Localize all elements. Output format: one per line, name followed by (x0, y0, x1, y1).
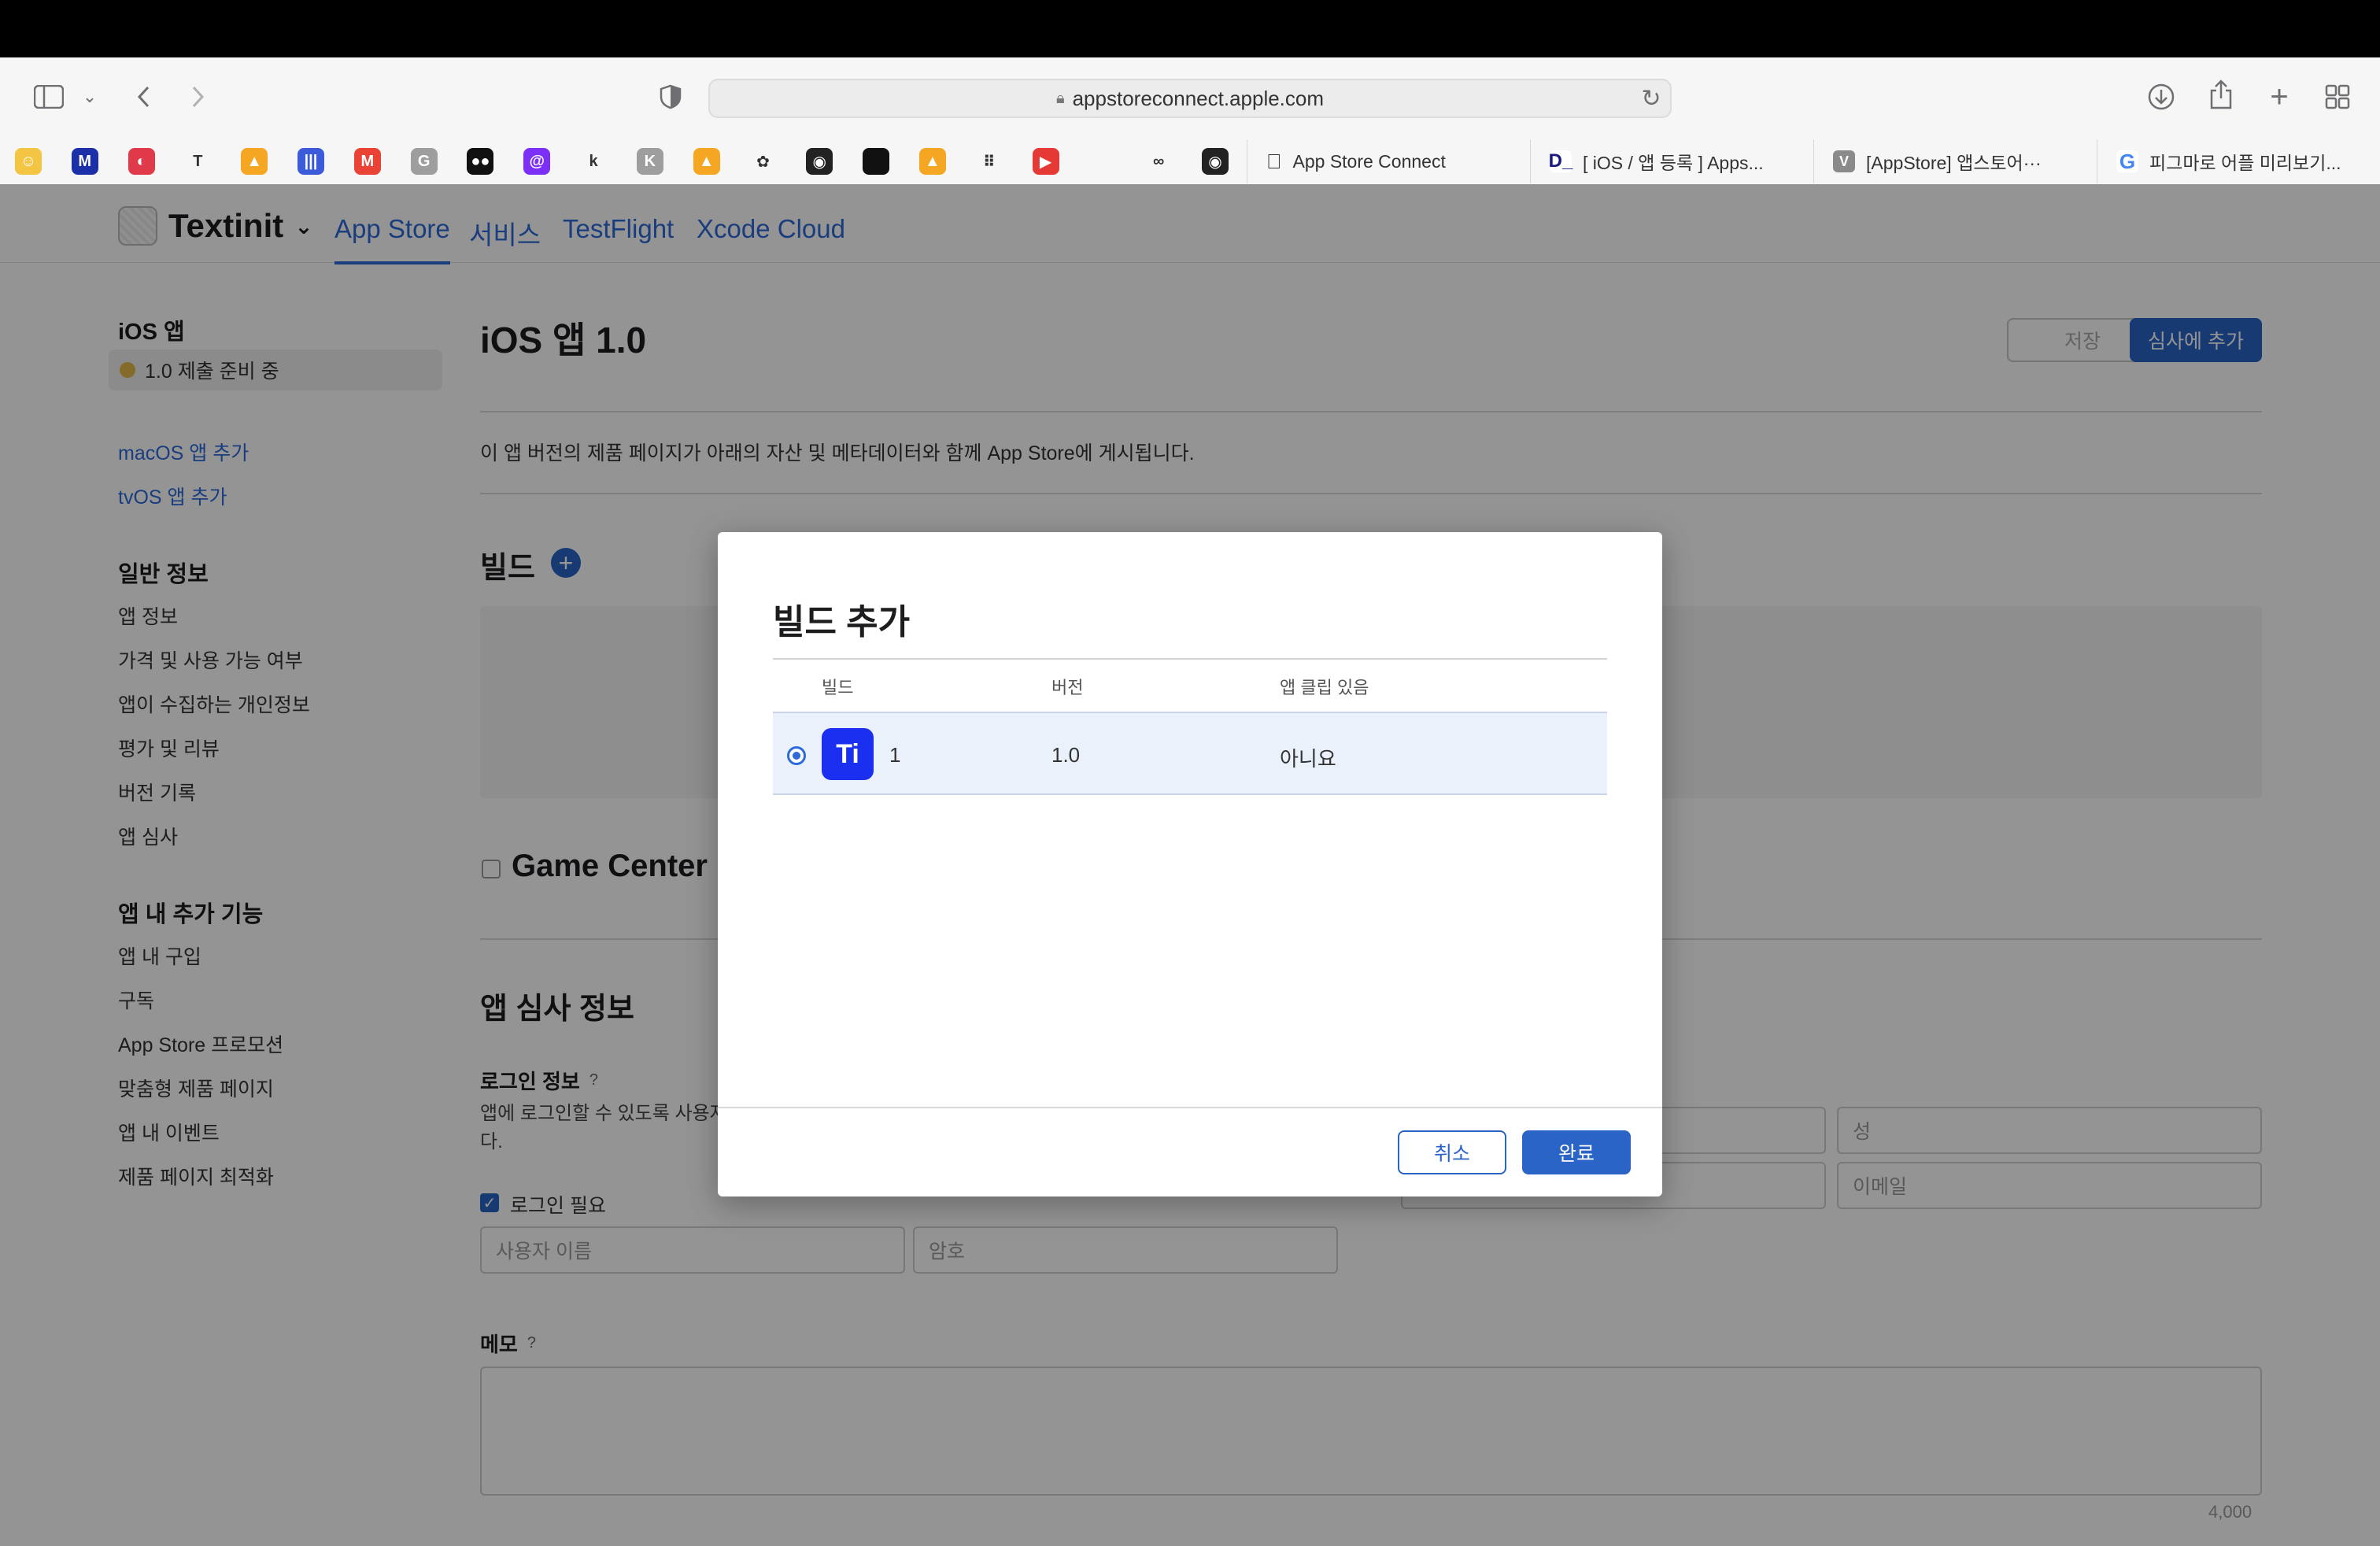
bookmark-favicon: ▶ (1032, 148, 1059, 175)
bookmark-4-icon[interactable]: T (169, 139, 226, 183)
chevron-down-icon[interactable]: ⌄ (68, 75, 112, 119)
bookmark-favicon: ☺ (14, 148, 42, 175)
download-icon[interactable] (2139, 75, 2183, 119)
radio-selected-dot (793, 752, 800, 760)
bookmark-7-icon[interactable]: M (339, 139, 396, 183)
modal-title: 빌드 추가 (773, 603, 911, 642)
bookmark-8-icon[interactable]: G (396, 139, 453, 183)
column-header-version: 버전 (1051, 678, 1084, 697)
new-tab-icon[interactable]: + (2257, 75, 2301, 119)
bookmark-18-icon[interactable]: ⠿ (961, 139, 1018, 183)
tab-app-store-connect[interactable]:  App Store Connect (1247, 139, 1530, 183)
column-header-app-clip: 앱 클립 있음 (1280, 678, 1369, 697)
bookmark-13-icon[interactable]: ▲ (678, 139, 735, 183)
bookmark-favicon: T (184, 148, 212, 175)
bookmark-favicon: ◐ (128, 148, 155, 175)
build-radio-button[interactable] (787, 746, 806, 765)
tab-ios-app-registration[interactable]: D_ [ iOS / 앱 등록 ] Apps... (1530, 139, 1813, 183)
cell-version: 1.0 (1051, 743, 1081, 767)
shield-icon[interactable] (649, 75, 693, 119)
bookmark-19-icon[interactable]: ▶ (1018, 139, 1074, 183)
bookmark-17-icon[interactable]: ▲ (904, 139, 961, 183)
menu-bar (0, 0, 2380, 57)
back-icon[interactable] (121, 75, 165, 119)
cancel-button[interactable]: 취소 (1398, 1130, 1506, 1174)
bookmark-2-icon[interactable]: M (57, 139, 113, 183)
bookmark-favicon: ◉ (806, 148, 833, 175)
bookmark-6-icon[interactable]: ||| (283, 139, 339, 183)
bookmark-11-icon[interactable]: k (565, 139, 622, 183)
bookmark-favicon: @ (523, 148, 551, 175)
table-top-border (773, 658, 1607, 660)
tab-title: [ iOS / 앱 등록 ] Apps... (1583, 153, 1764, 173)
apple-icon:  (1266, 150, 1282, 174)
bookmark-20-icon[interactable] (1074, 139, 1130, 183)
tab-title: [AppStore] 앱스토어··· (1866, 153, 2042, 173)
modal-footer-divider (718, 1107, 1662, 1108)
tab-overview-icon[interactable] (2315, 75, 2360, 119)
bookmark-favicon: ▲ (918, 148, 946, 175)
bookmark-favicon: M (353, 148, 381, 175)
bookmark-favicon: ⠿ (975, 148, 1003, 175)
lock-icon: 🔒︎ (1055, 89, 1065, 107)
tab-appstore-guide[interactable]: V [AppStore] 앱스토어··· (1813, 139, 2097, 183)
reload-icon[interactable]: ↻ (1629, 76, 1673, 120)
bookmark-favicon: ✿ (749, 148, 777, 175)
bookmark-15-icon[interactable]: ◉ (791, 139, 848, 183)
bookmark-favicon (863, 148, 890, 175)
bookmark-1-icon[interactable]: ☺ (0, 139, 57, 183)
bookmark-favicon: M (71, 148, 98, 175)
v-icon: V (1833, 150, 1855, 172)
address-bar[interactable]: 🔒︎ appstoreconnect.apple.com (708, 79, 1672, 118)
bookmark-favicon: ∞ (1145, 148, 1173, 175)
bookmark-favicon: ||| (297, 148, 324, 175)
forward-icon[interactable] (176, 75, 220, 119)
app-icon: Ti (822, 728, 874, 780)
bookmark-12-icon[interactable]: K (622, 139, 678, 183)
bookmark-favicon: k (580, 148, 608, 175)
cell-build: 1 (889, 743, 901, 767)
tab-title: App Store Connect (1277, 150, 1446, 172)
tab-figma-preview[interactable]: G 피그마로 어플 미리보기... (2097, 139, 2380, 183)
bookmark-9-icon[interactable]: ●● (453, 139, 509, 183)
done-button[interactable]: 완료 (1522, 1130, 1631, 1174)
bookmark-favicon: G (410, 148, 438, 175)
d-icon: D_ (1548, 150, 1573, 172)
bookmark-3-icon[interactable]: ◐ (113, 139, 170, 183)
bookmark-favicon: ▲ (693, 148, 720, 175)
bookmark-favicon: ▲ (241, 148, 268, 175)
bookmark-favicon (1088, 148, 1116, 175)
bookmark-5-icon[interactable]: ▲ (226, 139, 283, 183)
column-header-build: 빌드 (822, 678, 854, 697)
bookmark-favicon: ●● (467, 148, 494, 175)
bookmark-favicon: K (636, 148, 663, 175)
sidebar-toggle-icon[interactable] (27, 75, 71, 119)
bookmarks-bar: ☺ M ◐ T ▲ ||| M G ●● @ k K ▲ ✿ ◉ ▲ ⠿ ▶ ∞ ◉ (0, 139, 1244, 183)
tab-title: 피그마로 어플 미리보기... (2149, 153, 2341, 173)
bookmark-22-icon[interactable]: ◉ (1187, 139, 1244, 183)
share-icon[interactable] (2199, 72, 2243, 117)
bookmark-14-icon[interactable]: ✿ (735, 139, 792, 183)
url-text: appstoreconnect.apple.com (1072, 86, 1325, 110)
bookmark-favicon: ◉ (1201, 148, 1229, 175)
bookmark-10-icon[interactable]: @ (508, 139, 565, 183)
bookmark-16-icon[interactable] (848, 139, 904, 183)
google-icon: G (2116, 150, 2138, 173)
bookmark-21-icon[interactable]: ∞ (1130, 139, 1187, 183)
cell-app-clip: 아니요 (1280, 747, 1336, 771)
